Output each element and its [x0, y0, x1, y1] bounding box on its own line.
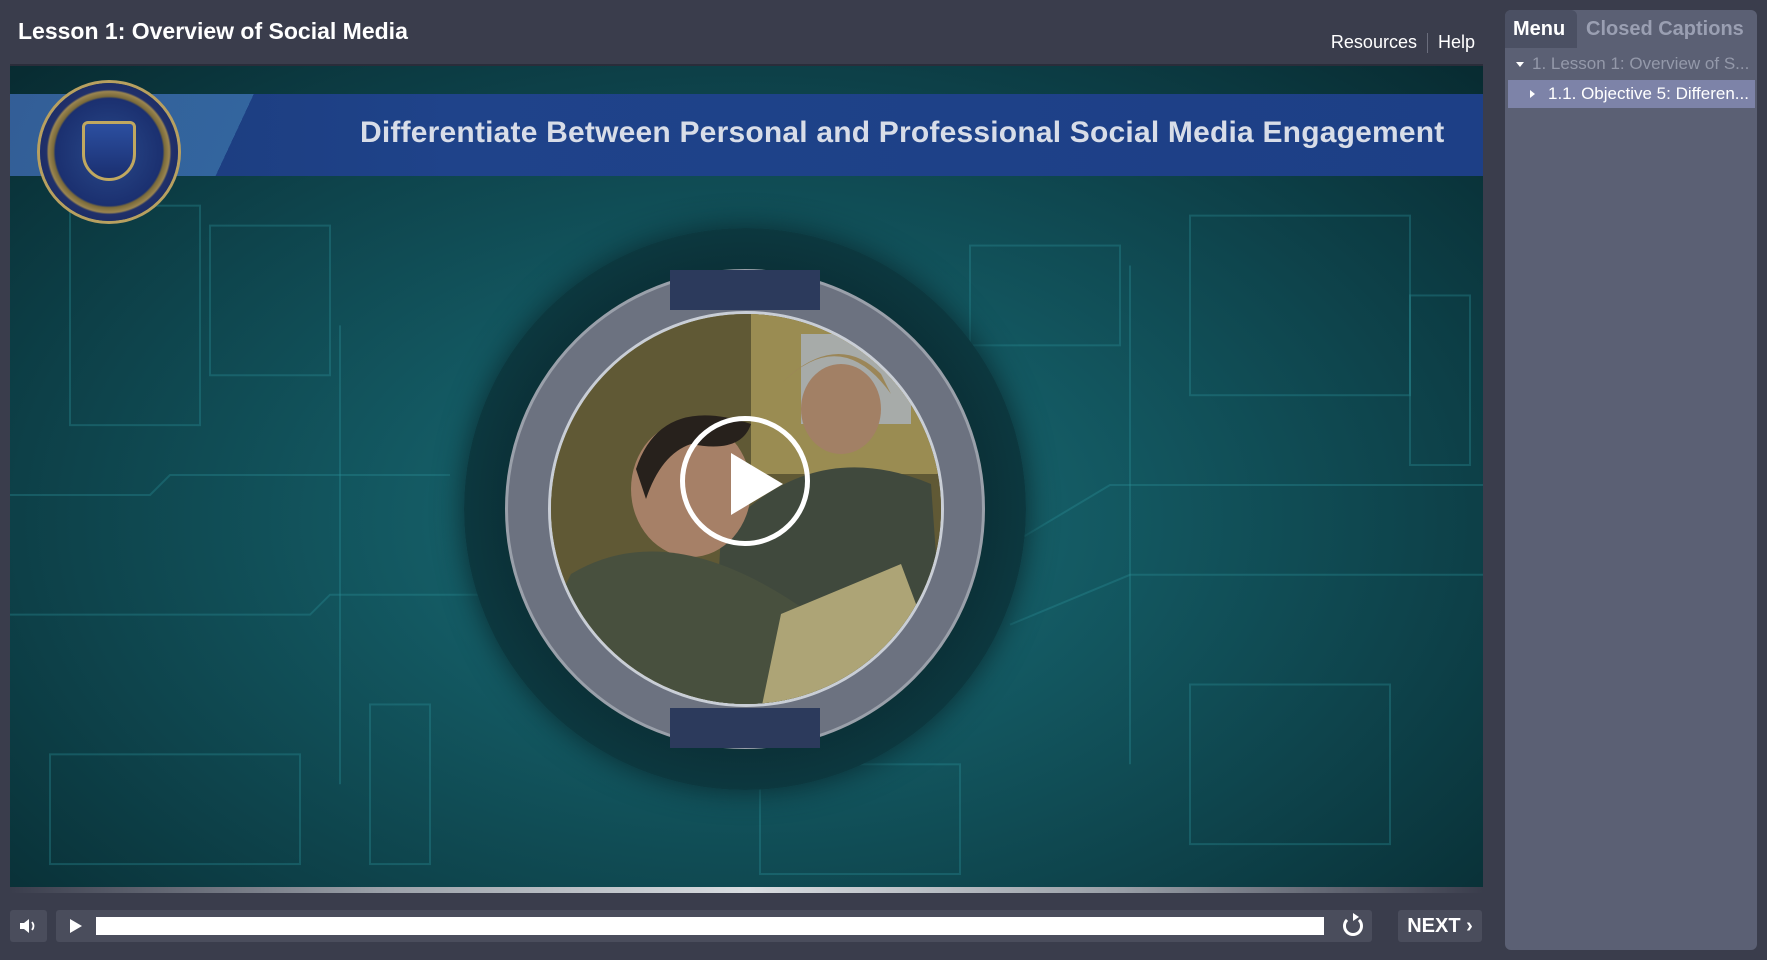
sidebar: Menu Closed Captions 1. Lesson 1: Overvi…	[1505, 10, 1757, 950]
tree-item-objective-5[interactable]: 1.1. Objective 5: Differen...	[1508, 80, 1755, 108]
sidebar-tabs: Menu Closed Captions	[1505, 10, 1757, 48]
tree-item-label: 1.1. Objective 5: Differen...	[1548, 84, 1749, 103]
resources-link[interactable]: Resources	[1331, 32, 1417, 53]
ring-notch-bottom	[670, 708, 820, 748]
stage-divider	[10, 887, 1483, 893]
volume-button[interactable]	[10, 910, 47, 942]
play-video-button[interactable]	[680, 416, 810, 546]
chevron-right-icon: ›	[1466, 915, 1473, 937]
tree-item-lesson-1[interactable]: 1. Lesson 1: Overview of S...	[1505, 50, 1757, 78]
help-link[interactable]: Help	[1438, 32, 1475, 53]
link-divider	[1426, 32, 1428, 53]
play-icon	[731, 453, 783, 515]
seek-bar[interactable]	[96, 917, 1324, 935]
top-links: Resources Help	[1331, 32, 1475, 53]
course-title: Lesson 1: Overview of Social Media	[18, 18, 408, 44]
playbar	[56, 910, 1372, 942]
play-pause-button[interactable]	[70, 919, 82, 933]
ring-notch-top	[670, 270, 820, 310]
tab-closed-captions[interactable]: Closed Captions	[1586, 18, 1744, 41]
seal-shield-icon	[82, 121, 136, 181]
slide-stage: Differentiate Between Personal and Profe…	[10, 64, 1483, 893]
tree-item-label: 1. Lesson 1: Overview of S...	[1532, 54, 1750, 73]
slide-title: Differentiate Between Personal and Profe…	[360, 116, 1445, 149]
title-banner: Differentiate Between Personal and Profe…	[10, 94, 1483, 176]
seek-progress	[96, 917, 1324, 935]
volume-icon	[20, 919, 35, 933]
next-label: NEXT	[1407, 915, 1461, 937]
replay-button[interactable]	[1343, 913, 1363, 936]
dinfos-seal-logo	[40, 83, 178, 221]
caret-right-icon	[1530, 90, 1535, 98]
next-button[interactable]: NEXT ›	[1398, 910, 1482, 942]
menu-tree: 1. Lesson 1: Overview of S... 1.1. Objec…	[1505, 50, 1757, 108]
header: Lesson 1: Overview of Social Media Resou…	[0, 0, 1500, 64]
player-controls: NEXT ›	[0, 900, 1500, 960]
tab-menu[interactable]: Menu	[1513, 18, 1565, 41]
caret-down-icon	[1516, 62, 1524, 67]
